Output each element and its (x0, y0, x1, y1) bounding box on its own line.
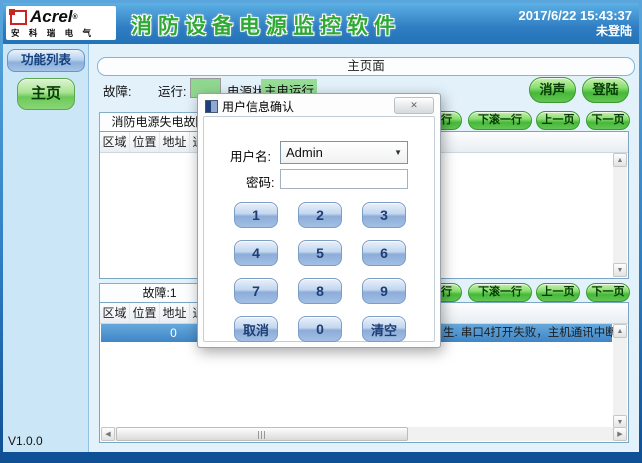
keypad-6-button[interactable]: 6 (362, 240, 406, 266)
brand-subtitle: 安 科 瑞 电 气 (10, 27, 116, 39)
clear-button[interactable]: 清空 (362, 316, 406, 342)
column-header: 位置 (130, 132, 160, 152)
thumb-grip-icon (258, 431, 267, 439)
row-address-cell: 0 (159, 324, 188, 342)
column-header: 地址 (160, 132, 190, 152)
header: Acrel ® 安 科 瑞 电 气 消防设备电源监控软件 2017/6/22 1… (3, 3, 639, 45)
lower-scroll-down-row-button[interactable]: 下滚一行 (468, 283, 532, 302)
sidebar: 功能列表 主页 V1.0.0 (3, 44, 89, 452)
upper-next-page-button[interactable]: 下一页 (586, 111, 630, 130)
cancel-button[interactable]: 取消 (234, 316, 278, 342)
scroll-up-icon[interactable]: ▲ (613, 324, 627, 338)
keypad-2-button[interactable]: 2 (298, 202, 342, 228)
keypad-0-button[interactable]: 0 (298, 316, 342, 342)
close-icon[interactable]: ✕ (394, 97, 434, 114)
upper-table-vscrollbar[interactable]: ▲ ▼ (613, 153, 627, 277)
datetime-label: 2017/6/22 15:43:37 (519, 7, 632, 24)
dialog-title: 用户信息确认 (222, 98, 294, 115)
function-list-header[interactable]: 功能列表 (7, 49, 85, 72)
lower-next-page-button[interactable]: 下一页 (586, 283, 630, 302)
hscrollbar-thumb[interactable] (116, 427, 408, 441)
column-header: 区域 (100, 303, 130, 323)
mute-button[interactable]: 消声 (529, 77, 576, 103)
run-label: 运行: (158, 81, 186, 100)
app-window: Acrel ® 安 科 瑞 电 气 消防设备电源监控软件 2017/6/22 1… (0, 0, 642, 463)
keypad-8-button[interactable]: 8 (298, 278, 342, 304)
username-label: 用户名: (230, 146, 271, 165)
dialog-form-icon (205, 100, 218, 113)
upper-scroll-down-row-button[interactable]: 下滚一行 (468, 111, 532, 130)
keypad-9-button[interactable]: 9 (362, 278, 406, 304)
login-status-label: 未登陆 (519, 24, 632, 39)
numeric-keypad: 1 2 3 4 5 6 7 8 9 取消 0 清空 (234, 202, 406, 342)
version-label: V1.0.0 (8, 434, 43, 448)
registered-trademark-icon: ® (73, 14, 78, 21)
column-header: 位置 (130, 303, 160, 323)
row-fault-message: 生. 串口4打开失败，主机通讯中断. (443, 324, 620, 342)
column-header: 地址 (160, 303, 190, 323)
fault-label: 故障: (103, 81, 131, 100)
keypad-3-button[interactable]: 3 (362, 202, 406, 228)
sidebar-item-home[interactable]: 主页 (17, 78, 75, 110)
password-field[interactable] (280, 169, 408, 189)
scroll-down-icon[interactable]: ▼ (613, 263, 627, 277)
scroll-right-icon[interactable]: ▶ (613, 427, 627, 441)
acrel-logo: Acrel ® 安 科 瑞 电 气 (6, 6, 116, 40)
chevron-down-icon: ▼ (394, 148, 402, 157)
acrel-logo-icon (10, 10, 27, 25)
lower-prev-page-button[interactable]: 上一页 (536, 283, 580, 302)
header-right: 2017/6/22 15:43:37 未登陆 (519, 7, 632, 39)
brand-name: Acrel (30, 7, 73, 27)
lower-table-hscrollbar[interactable]: ◀ ▶ (101, 427, 627, 441)
app-title: 消防设备电源监控软件 (131, 10, 401, 40)
login-dialog: 用户信息确认 ✕ 用户名: Admin ▼ 密码: 1 2 3 4 5 6 7 … (197, 93, 441, 348)
column-header: 区域 (100, 132, 130, 152)
upper-prev-page-button[interactable]: 上一页 (536, 111, 580, 130)
username-value: Admin (286, 145, 323, 160)
page-title: 主页面 (97, 57, 635, 76)
keypad-7-button[interactable]: 7 (234, 278, 278, 304)
scroll-up-icon[interactable]: ▲ (613, 153, 627, 167)
password-label: 密码: (246, 172, 274, 191)
keypad-4-button[interactable]: 4 (234, 240, 278, 266)
lower-table-vscrollbar[interactable]: ▲ ▼ (613, 324, 627, 429)
login-button[interactable]: 登陆 (582, 77, 629, 103)
keypad-1-button[interactable]: 1 (234, 202, 278, 228)
dialog-body: 用户名: Admin ▼ 密码: 1 2 3 4 5 6 7 8 9 取消 0 … (203, 116, 435, 342)
username-select[interactable]: Admin ▼ (280, 141, 408, 164)
keypad-5-button[interactable]: 5 (298, 240, 342, 266)
scroll-left-icon[interactable]: ◀ (101, 427, 115, 441)
